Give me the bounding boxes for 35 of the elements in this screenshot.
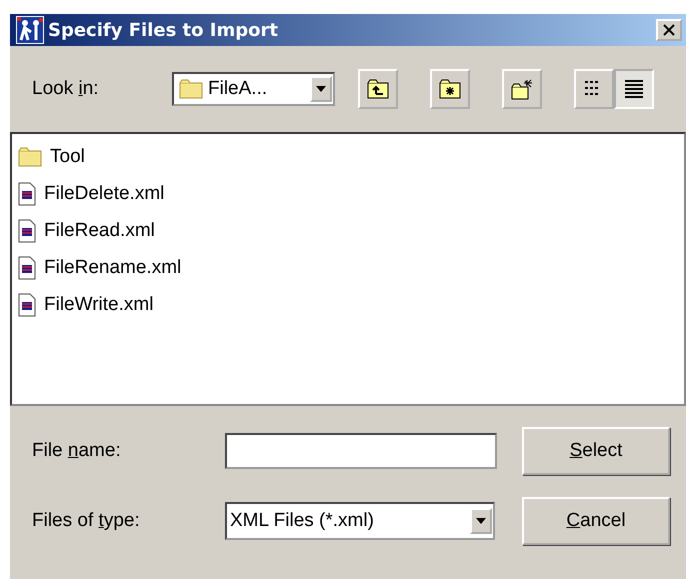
document-icon: [18, 182, 36, 206]
file-item[interactable]: FileDelete.xml: [44, 183, 164, 205]
view-toggle-button[interactable]: [574, 69, 614, 109]
file-type-dropdown[interactable]: XML Files (*.xml): [225, 502, 495, 540]
toolbar-button[interactable]: [358, 69, 398, 109]
details-view-icon: [622, 77, 646, 101]
caret-icon: [476, 518, 486, 524]
close-button[interactable]: [656, 19, 682, 41]
file-name-field[interactable]: [225, 433, 497, 469]
caret-icon: [316, 86, 326, 92]
folder-star-icon: [438, 77, 462, 101]
window-title: Specify Files to Import: [48, 20, 279, 40]
file-item[interactable]: FileRead.xml: [44, 220, 155, 242]
document-icon: [18, 256, 36, 280]
folder-up-icon: [366, 77, 390, 101]
folder-icon: [18, 146, 42, 168]
file-item[interactable]: Tool: [50, 146, 85, 168]
folder-icon: [178, 78, 204, 100]
cancel-button[interactable]: Cancel: [522, 497, 670, 545]
toolbar-button[interactable]: [502, 69, 542, 109]
new-folder-icon: [510, 77, 534, 101]
file-name-label: File name:: [32, 440, 122, 462]
file-item[interactable]: FileWrite.xml: [44, 294, 154, 316]
file-item[interactable]: FileRename.xml: [44, 257, 182, 279]
toolbar-button[interactable]: [430, 69, 470, 109]
file-list[interactable]: Tool FileDelete.xml FileRead.xml FileRename.xml FileWrite.xml: [10, 132, 686, 406]
look-in-label: Look in:: [32, 78, 100, 100]
close-icon: [663, 24, 675, 36]
document-icon: [18, 219, 36, 243]
view-toggle-button[interactable]: [614, 69, 654, 109]
select-button[interactable]: Select: [522, 427, 670, 475]
look-in-dropdown[interactable]: FileA...: [172, 72, 335, 106]
app-icon: [16, 16, 44, 44]
document-icon: [18, 293, 36, 317]
file-type-label: Files of type:: [32, 510, 141, 532]
